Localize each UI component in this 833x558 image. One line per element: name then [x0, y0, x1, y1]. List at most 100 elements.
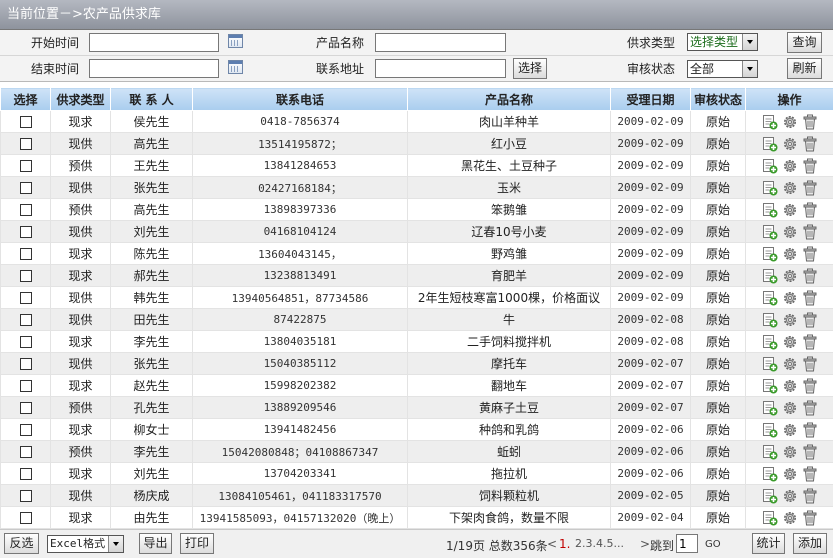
trash-icon[interactable]	[802, 224, 818, 240]
table-row[interactable]: 现供 刘先生 04168104124 辽春10号小麦 2009-02-09 原始	[0, 220, 833, 243]
table-row[interactable]: 现供 杨庆成 13084105461，041183317570 饲料颗粒机 2009-0…	[0, 484, 833, 507]
calendar-icon[interactable]	[228, 60, 243, 74]
add-button[interactable]: 添加	[793, 533, 827, 554]
trash-icon[interactable]	[802, 312, 818, 328]
trash-icon[interactable]	[802, 334, 818, 350]
start-date-input[interactable]	[89, 33, 219, 52]
row-checkbox[interactable]	[19, 402, 32, 414]
contact-address-input[interactable]	[375, 59, 506, 78]
trash-icon[interactable]	[802, 488, 818, 504]
table-row[interactable]: 现求 刘先生 13704203341 拖拉机 2009-02-06 原始	[0, 462, 833, 485]
gear-icon[interactable]	[782, 312, 798, 328]
add-note-icon[interactable]	[762, 466, 778, 482]
row-checkbox[interactable]	[19, 116, 32, 128]
table-row[interactable]: 预供 王先生 13841284653 黑花生、土豆种子 2009-02-09 原始	[0, 154, 833, 177]
export-button[interactable]: 导出	[139, 533, 172, 554]
gear-icon[interactable]	[782, 224, 798, 240]
print-button[interactable]: 打印	[180, 533, 214, 554]
pager-current-page[interactable]: 1.	[559, 537, 570, 551]
add-note-icon[interactable]	[762, 180, 778, 196]
gear-icon[interactable]	[782, 510, 798, 526]
trash-icon[interactable]	[802, 400, 818, 416]
add-note-icon[interactable]	[762, 202, 778, 218]
add-note-icon[interactable]	[762, 246, 778, 262]
gear-icon[interactable]	[782, 180, 798, 196]
row-checkbox[interactable]	[19, 380, 32, 392]
table-row[interactable]: 现求 侯先生 0418-7856374 肉山羊种羊 2009-02-09 原始	[0, 110, 833, 133]
trash-icon[interactable]	[802, 246, 818, 262]
table-row[interactable]: 现供 韩先生 13940564851，87734586 2年生短枝寒富1000棵，价格…	[0, 286, 833, 309]
table-row[interactable]: 现求 柳女士 13941482456 种鸽和乳鸽 2009-02-06 原始	[0, 418, 833, 441]
product-name-input[interactable]	[375, 33, 506, 52]
gear-icon[interactable]	[782, 290, 798, 306]
trash-icon[interactable]	[802, 136, 818, 152]
row-checkbox[interactable]	[19, 292, 32, 304]
table-row[interactable]: 现求 郝先生 13238813491 育肥羊 2009-02-09 原始	[0, 264, 833, 287]
add-note-icon[interactable]	[762, 158, 778, 174]
gear-icon[interactable]	[782, 444, 798, 460]
row-checkbox[interactable]	[19, 468, 32, 480]
table-row[interactable]: 现供 田先生 87422875 牛 2009-02-08 原始	[0, 308, 833, 331]
add-note-icon[interactable]	[762, 400, 778, 416]
refresh-button[interactable]: 刷新	[787, 58, 822, 79]
add-note-icon[interactable]	[762, 510, 778, 526]
row-checkbox[interactable]	[19, 446, 32, 458]
table-row[interactable]: 预供 高先生 13898397336 笨鹅雏 2009-02-09 原始	[0, 198, 833, 221]
add-note-icon[interactable]	[762, 334, 778, 350]
trash-icon[interactable]	[802, 290, 818, 306]
add-note-icon[interactable]	[762, 136, 778, 152]
row-checkbox[interactable]	[19, 226, 32, 238]
trash-icon[interactable]	[802, 422, 818, 438]
row-checkbox[interactable]	[19, 138, 32, 150]
table-row[interactable]: 现求 由先生 13941585093，04157132020（晚上） 下架肉食鸽，数量…	[0, 506, 833, 529]
row-checkbox[interactable]	[19, 336, 32, 348]
pager-next[interactable]: >	[640, 537, 650, 551]
trash-icon[interactable]	[802, 202, 818, 218]
table-row[interactable]: 预供 李先生 15042080848；04108867347 蚯蚓 2009-02-06…	[0, 440, 833, 463]
calendar-icon[interactable]	[228, 34, 243, 48]
row-checkbox[interactable]	[19, 314, 32, 326]
row-checkbox[interactable]	[19, 270, 32, 282]
add-note-icon[interactable]	[762, 312, 778, 328]
table-row[interactable]: 现供 张先生 15040385112 摩托车 2009-02-07 原始	[0, 352, 833, 375]
gear-icon[interactable]	[782, 202, 798, 218]
query-button[interactable]: 查询	[787, 32, 822, 53]
review-status-select[interactable]: 全部	[687, 60, 758, 78]
end-date-input[interactable]	[89, 59, 219, 78]
add-note-icon[interactable]	[762, 114, 778, 130]
go-link[interactable]: GO	[705, 539, 721, 550]
jump-page-input[interactable]	[676, 534, 698, 553]
supply-type-select[interactable]: 选择类型	[687, 33, 758, 51]
row-checkbox[interactable]	[19, 160, 32, 172]
add-note-icon[interactable]	[762, 290, 778, 306]
add-note-icon[interactable]	[762, 444, 778, 460]
gear-icon[interactable]	[782, 268, 798, 284]
trash-icon[interactable]	[802, 444, 818, 460]
trash-icon[interactable]	[802, 510, 818, 526]
table-row[interactable]: 现求 赵先生 15998202382 翻地车 2009-02-07 原始	[0, 374, 833, 397]
row-checkbox[interactable]	[19, 512, 32, 524]
gear-icon[interactable]	[782, 136, 798, 152]
gear-icon[interactable]	[782, 378, 798, 394]
row-checkbox[interactable]	[19, 490, 32, 502]
table-row[interactable]: 现供 高先生 13514195872； 红小豆 2009-02-09 原始	[0, 132, 833, 155]
gear-icon[interactable]	[782, 422, 798, 438]
row-checkbox[interactable]	[19, 358, 32, 370]
row-checkbox[interactable]	[19, 182, 32, 194]
table-row[interactable]: 现求 陈先生 13604043145， 野鸡雏 2009-02-09 原始	[0, 242, 833, 265]
trash-icon[interactable]	[802, 356, 818, 372]
add-note-icon[interactable]	[762, 268, 778, 284]
gear-icon[interactable]	[782, 334, 798, 350]
trash-icon[interactable]	[802, 158, 818, 174]
gear-icon[interactable]	[782, 466, 798, 482]
add-note-icon[interactable]	[762, 422, 778, 438]
table-row[interactable]: 预供 孔先生 13889209546 黄麻子土豆 2009-02-07 原始	[0, 396, 833, 419]
gear-icon[interactable]	[782, 246, 798, 262]
gear-icon[interactable]	[782, 488, 798, 504]
gear-icon[interactable]	[782, 158, 798, 174]
gear-icon[interactable]	[782, 114, 798, 130]
add-note-icon[interactable]	[762, 224, 778, 240]
add-note-icon[interactable]	[762, 356, 778, 372]
invert-selection-button[interactable]: 反选	[4, 533, 39, 554]
stats-button[interactable]: 统计	[752, 533, 785, 554]
